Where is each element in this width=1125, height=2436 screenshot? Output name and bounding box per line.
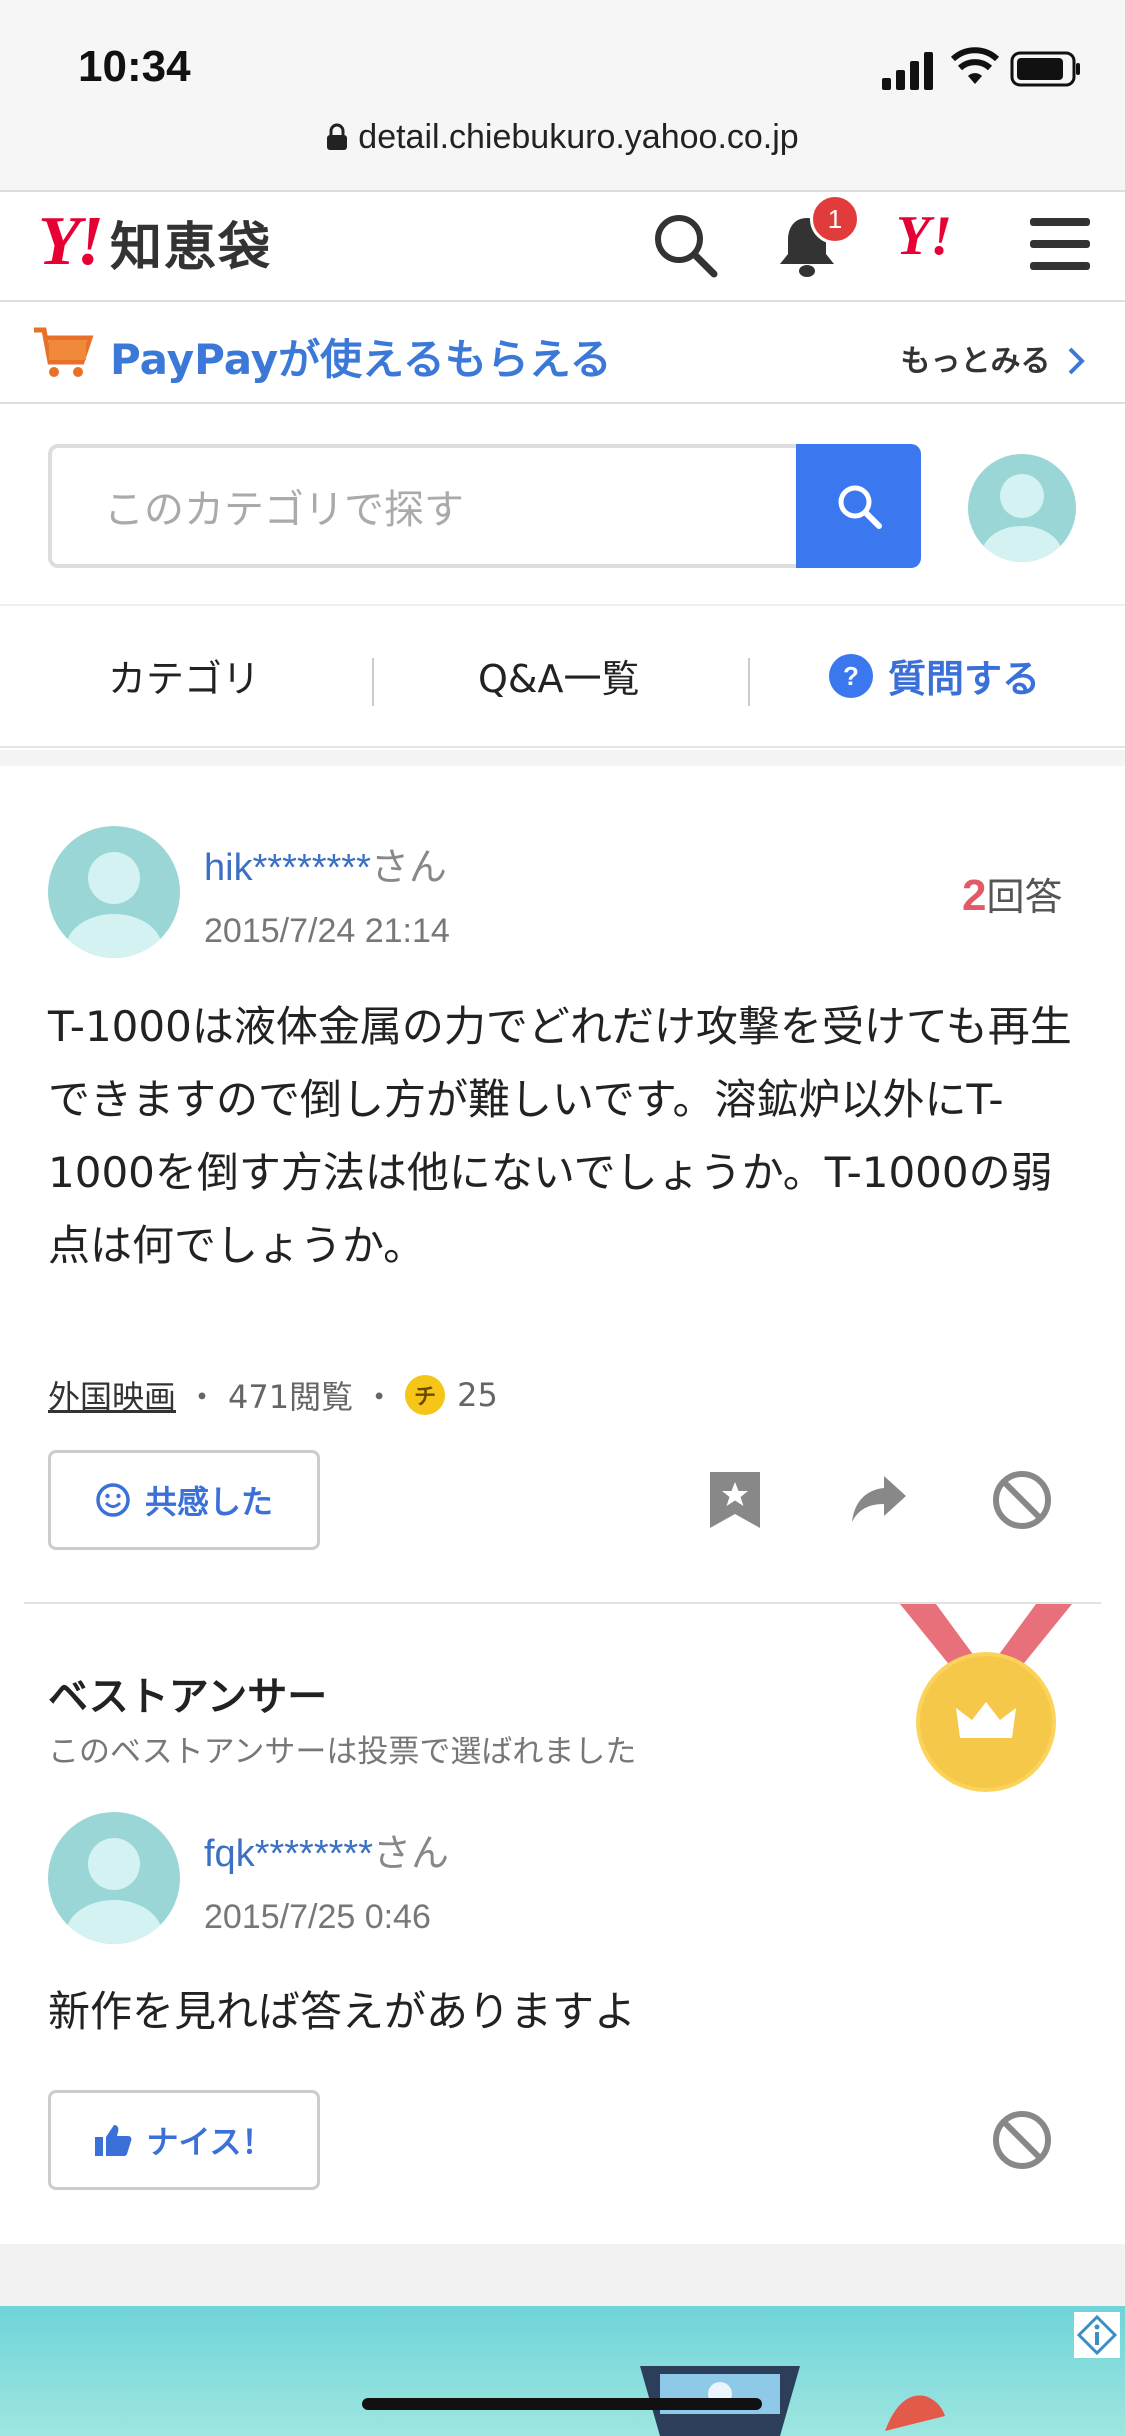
- view-count: 471閲覧: [228, 1378, 354, 1416]
- nav-tabs: カテゴリ Q&A一覧 ? 質問する: [0, 608, 1125, 748]
- person-icon: [982, 474, 1062, 562]
- ask-label: 質問する: [888, 657, 1041, 701]
- clock: 10:34: [78, 42, 191, 91]
- more-link[interactable]: もっとみる: [901, 336, 1085, 380]
- answerer-name[interactable]: fqk********さん: [204, 1822, 449, 1877]
- section-gap: [0, 750, 1125, 766]
- coin-icon: チ: [405, 1375, 446, 1415]
- ask-question-button[interactable]: ? 質問する: [828, 648, 1040, 703]
- answer-count-number: 2: [962, 871, 987, 920]
- ad-info-icon[interactable]: [1074, 2312, 1120, 2358]
- browser-status-bar: 10:34 detail.chiebukuro.yahoo.co.jp: [0, 0, 1125, 190]
- yahoo-link[interactable]: Y!: [896, 204, 952, 268]
- yahoo-logo-mark: Y!: [38, 203, 104, 280]
- nice-button[interactable]: ナイス！: [48, 2090, 320, 2190]
- help-circle-icon: ?: [829, 653, 873, 698]
- share-icon[interactable]: [850, 1474, 908, 1526]
- question-body: T-1000は液体金属の力でどれだけ攻撃を受けても再生できますので倒し方が難しい…: [48, 1002, 1072, 1270]
- battery-icon: [1010, 51, 1080, 87]
- svg-text:?: ?: [843, 661, 859, 691]
- empathy-button[interactable]: 共感した: [48, 1450, 320, 1550]
- category-link[interactable]: 外国映画: [48, 1372, 176, 1418]
- answer-date: 2015/7/25 0:46: [204, 1898, 431, 1936]
- best-answer-subtitle: このベストアンサーは投票で選ばれました: [48, 1734, 637, 1770]
- best-answer-title: ベストアンサー: [48, 1674, 328, 1720]
- question-meta: 外国映画 ・ 471閲覧 ・ チ 25: [48, 1372, 498, 1418]
- tab-qa-list[interactable]: Q&A一覧: [478, 648, 640, 703]
- coin-count: 25: [457, 1376, 498, 1414]
- questioner-avatar[interactable]: [48, 826, 180, 958]
- user-avatar[interactable]: [968, 454, 1076, 562]
- empathy-label: 共感した: [144, 1483, 273, 1521]
- tab-separator: [748, 658, 750, 706]
- paypay-banner[interactable]: PayPayが使えるもらえる もっとみる: [0, 304, 1125, 404]
- wifi-icon: [950, 47, 1000, 84]
- answerer-avatar[interactable]: [48, 1812, 180, 1944]
- search-row: このカテゴリで探す: [0, 406, 1125, 606]
- answer-count-label: 回答: [986, 875, 1063, 919]
- section-gap: [0, 2244, 1125, 2306]
- lock-icon: [327, 123, 348, 150]
- notification-badge: 1: [810, 194, 860, 244]
- tab-separator: [372, 658, 374, 706]
- paypay-title: PayPayが使えるもらえる: [110, 335, 612, 384]
- tab-category[interactable]: カテゴリ: [108, 648, 260, 703]
- site-header: Y! 知恵袋 1 Y!: [0, 190, 1125, 302]
- meta-separator: ・: [363, 1378, 396, 1416]
- answerer-id: fqk********: [204, 1833, 373, 1875]
- ad-illustration-figure: [885, 2395, 945, 2431]
- person-icon: [66, 852, 162, 958]
- chiebukuro-logo[interactable]: Y! 知恵袋: [38, 202, 272, 282]
- home-indicator[interactable]: [362, 2398, 762, 2410]
- url-text: detail.chiebukuro.yahoo.co.jp: [358, 118, 799, 156]
- search-button[interactable]: [796, 444, 921, 568]
- search-icon[interactable]: [652, 212, 718, 278]
- questioner-name[interactable]: hik********さん: [204, 836, 447, 891]
- answer-body: 新作を見れば答えがありますよ: [48, 1987, 637, 2036]
- cart-icon: [34, 327, 94, 377]
- meta-separator: ・: [186, 1378, 219, 1416]
- more-label: もっとみる: [900, 344, 1051, 379]
- question-date: 2015/7/24 21:14: [204, 912, 450, 950]
- answer-count[interactable]: 2回答: [962, 866, 1063, 921]
- honorific: さん: [373, 1831, 450, 1875]
- block-icon[interactable]: [992, 2110, 1052, 2170]
- address-bar[interactable]: detail.chiebukuro.yahoo.co.jp: [0, 118, 1125, 157]
- medal-icon: [900, 1604, 1072, 1792]
- person-icon: [66, 1838, 162, 1944]
- chevron-right-icon: [1068, 347, 1085, 375]
- logo-text: 知恵袋: [110, 217, 273, 278]
- smiley-icon: [96, 1483, 130, 1517]
- honorific: さん: [370, 845, 447, 889]
- search-icon: [838, 485, 882, 529]
- signal-icon: [882, 52, 933, 90]
- questioner-id: hik********: [204, 847, 371, 889]
- block-icon[interactable]: [992, 1470, 1052, 1530]
- ad-illustration: [640, 2366, 800, 2436]
- menu-icon[interactable]: [1030, 216, 1090, 272]
- thumbs-up-icon: [95, 2125, 132, 2156]
- category-search-input[interactable]: このカテゴリで探す: [48, 444, 798, 568]
- advertisement-banner[interactable]: [0, 2306, 1125, 2436]
- bookmark-icon[interactable]: [708, 1470, 762, 1530]
- nice-label: ナイス！: [146, 2123, 274, 2161]
